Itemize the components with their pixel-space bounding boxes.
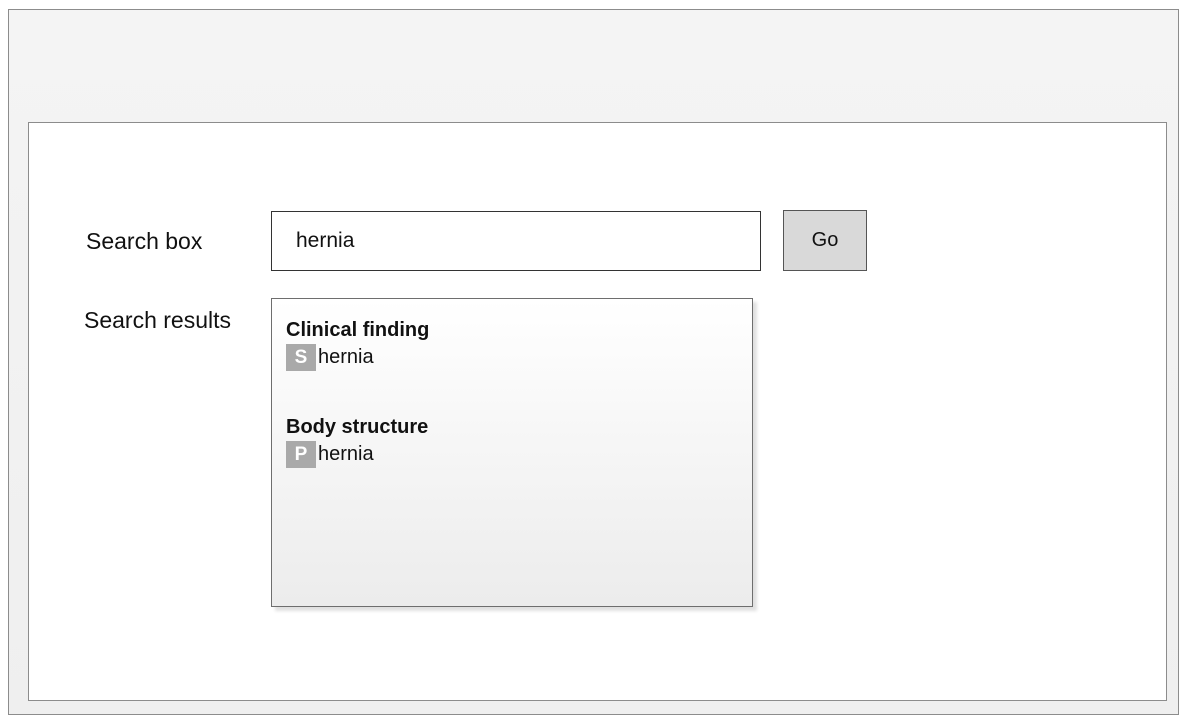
status-badge: P — [286, 441, 316, 468]
result-group-heading: Body structure — [286, 416, 429, 438]
status-badge: S — [286, 344, 316, 371]
go-button[interactable]: Go — [783, 210, 867, 271]
search-results-label: Search results — [84, 307, 232, 333]
result-item-label: hernia — [318, 346, 374, 368]
search-results-list: Clinical finding S hernia Body structure… — [271, 298, 753, 607]
search-box-label: Search box — [86, 228, 203, 254]
result-group-clinical-finding: Clinical finding S hernia — [286, 317, 429, 371]
search-input[interactable] — [271, 211, 761, 271]
result-group-body-structure: Body structure P hernia — [286, 414, 428, 468]
result-item[interactable]: P hernia — [286, 441, 428, 468]
app-window: Search box Go Search results Clinical fi… — [8, 9, 1179, 715]
result-item-label: hernia — [318, 443, 374, 465]
result-item[interactable]: S hernia — [286, 344, 429, 371]
result-group-heading: Clinical finding — [286, 319, 430, 341]
search-panel: Search box Go Search results Clinical fi… — [28, 122, 1167, 701]
